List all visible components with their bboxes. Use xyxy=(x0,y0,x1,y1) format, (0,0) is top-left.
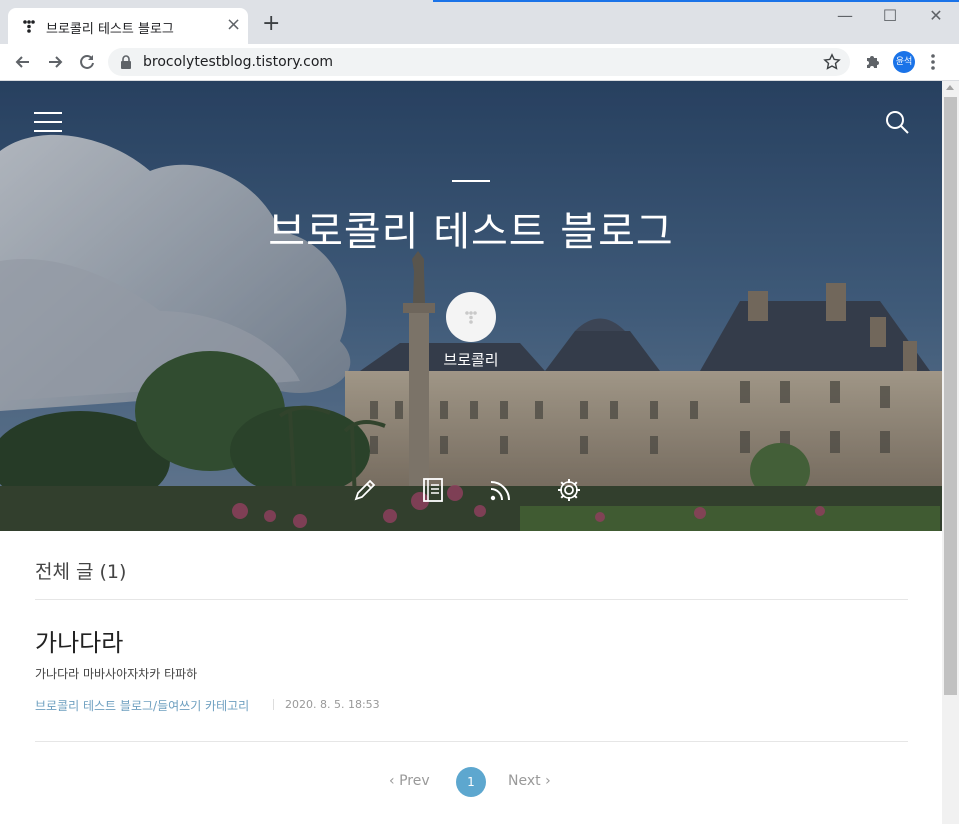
page-viewport: 브로콜리 테스트 블로그 브로콜리 전체 글 (1) 가나다라 가나다라 마바사… xyxy=(0,81,942,824)
tab-close-icon[interactable]: × xyxy=(226,14,241,35)
prev-label: Prev xyxy=(399,773,430,789)
address-bar[interactable]: brocolytestblog.tistory.com xyxy=(108,48,850,76)
window-edge-strip xyxy=(433,0,959,2)
reload-icon[interactable] xyxy=(77,52,97,72)
chevron-left-icon: ‹ xyxy=(389,773,400,789)
tistory-logo-icon xyxy=(465,311,477,324)
post-title-link[interactable]: 가나다라 xyxy=(35,623,123,658)
search-icon[interactable] xyxy=(884,109,910,135)
profile-avatar[interactable]: 윤석 xyxy=(893,51,915,73)
post-date: 2020. 8. 5. 18:53 xyxy=(285,698,380,711)
divider xyxy=(35,741,908,742)
star-icon[interactable] xyxy=(823,53,841,71)
more-menu-icon[interactable] xyxy=(930,53,936,71)
forward-icon[interactable] xyxy=(45,52,65,72)
close-window-button[interactable]: ✕ xyxy=(921,6,951,25)
rss-icon[interactable] xyxy=(488,477,514,503)
pagination-current-page[interactable]: 1 xyxy=(456,767,486,797)
scroll-up-arrow-icon[interactable] xyxy=(946,85,954,90)
puzzle-icon[interactable] xyxy=(864,53,882,71)
meta-separator xyxy=(273,699,274,710)
lock-icon xyxy=(121,55,131,69)
title-decoration xyxy=(452,180,490,182)
notebook-icon[interactable] xyxy=(420,477,446,503)
minimize-button[interactable]: — xyxy=(830,6,860,25)
browser-tab[interactable]: 브로콜리 테스트 블로그 × xyxy=(8,8,248,44)
pagination-prev[interactable]: ‹ Prev xyxy=(389,773,430,789)
url-text: brocolytestblog.tistory.com xyxy=(143,54,334,70)
divider xyxy=(35,599,908,600)
tab-title: 브로콜리 테스트 블로그 xyxy=(46,22,174,37)
blog-header: 브로콜리 테스트 블로그 브로콜리 xyxy=(0,81,942,531)
page-scrollbar[interactable] xyxy=(942,81,959,824)
scrollbar-thumb[interactable] xyxy=(944,97,957,695)
tistory-favicon-icon xyxy=(23,20,35,33)
browser-titlebar: 브로콜리 테스트 블로그 × + — ☐ ✕ xyxy=(0,0,959,44)
maximize-button[interactable]: ☐ xyxy=(875,6,905,25)
section-title: 전체 글 (1) xyxy=(35,561,127,583)
pagination-next[interactable]: Next › xyxy=(508,773,551,789)
back-icon[interactable] xyxy=(13,52,33,72)
post-excerpt[interactable]: 가나다라 마바사아자차카 타파하 xyxy=(35,665,197,682)
menu-icon[interactable] xyxy=(34,111,62,133)
next-label: Next xyxy=(508,773,541,789)
post-category-link[interactable]: 브로콜리 테스트 블로그/들여쓰기 카테고리 xyxy=(35,697,249,714)
new-tab-button[interactable]: + xyxy=(262,13,280,35)
profile-name: 브로콜리 xyxy=(443,351,499,369)
gear-icon[interactable] xyxy=(556,477,582,503)
profile-image[interactable] xyxy=(446,292,496,342)
pencil-icon[interactable] xyxy=(352,477,378,503)
blog-title[interactable]: 브로콜리 테스트 블로그 xyxy=(0,199,942,257)
browser-toolbar: brocolytestblog.tistory.com 윤석 xyxy=(0,44,959,81)
chevron-right-icon: › xyxy=(540,773,551,789)
